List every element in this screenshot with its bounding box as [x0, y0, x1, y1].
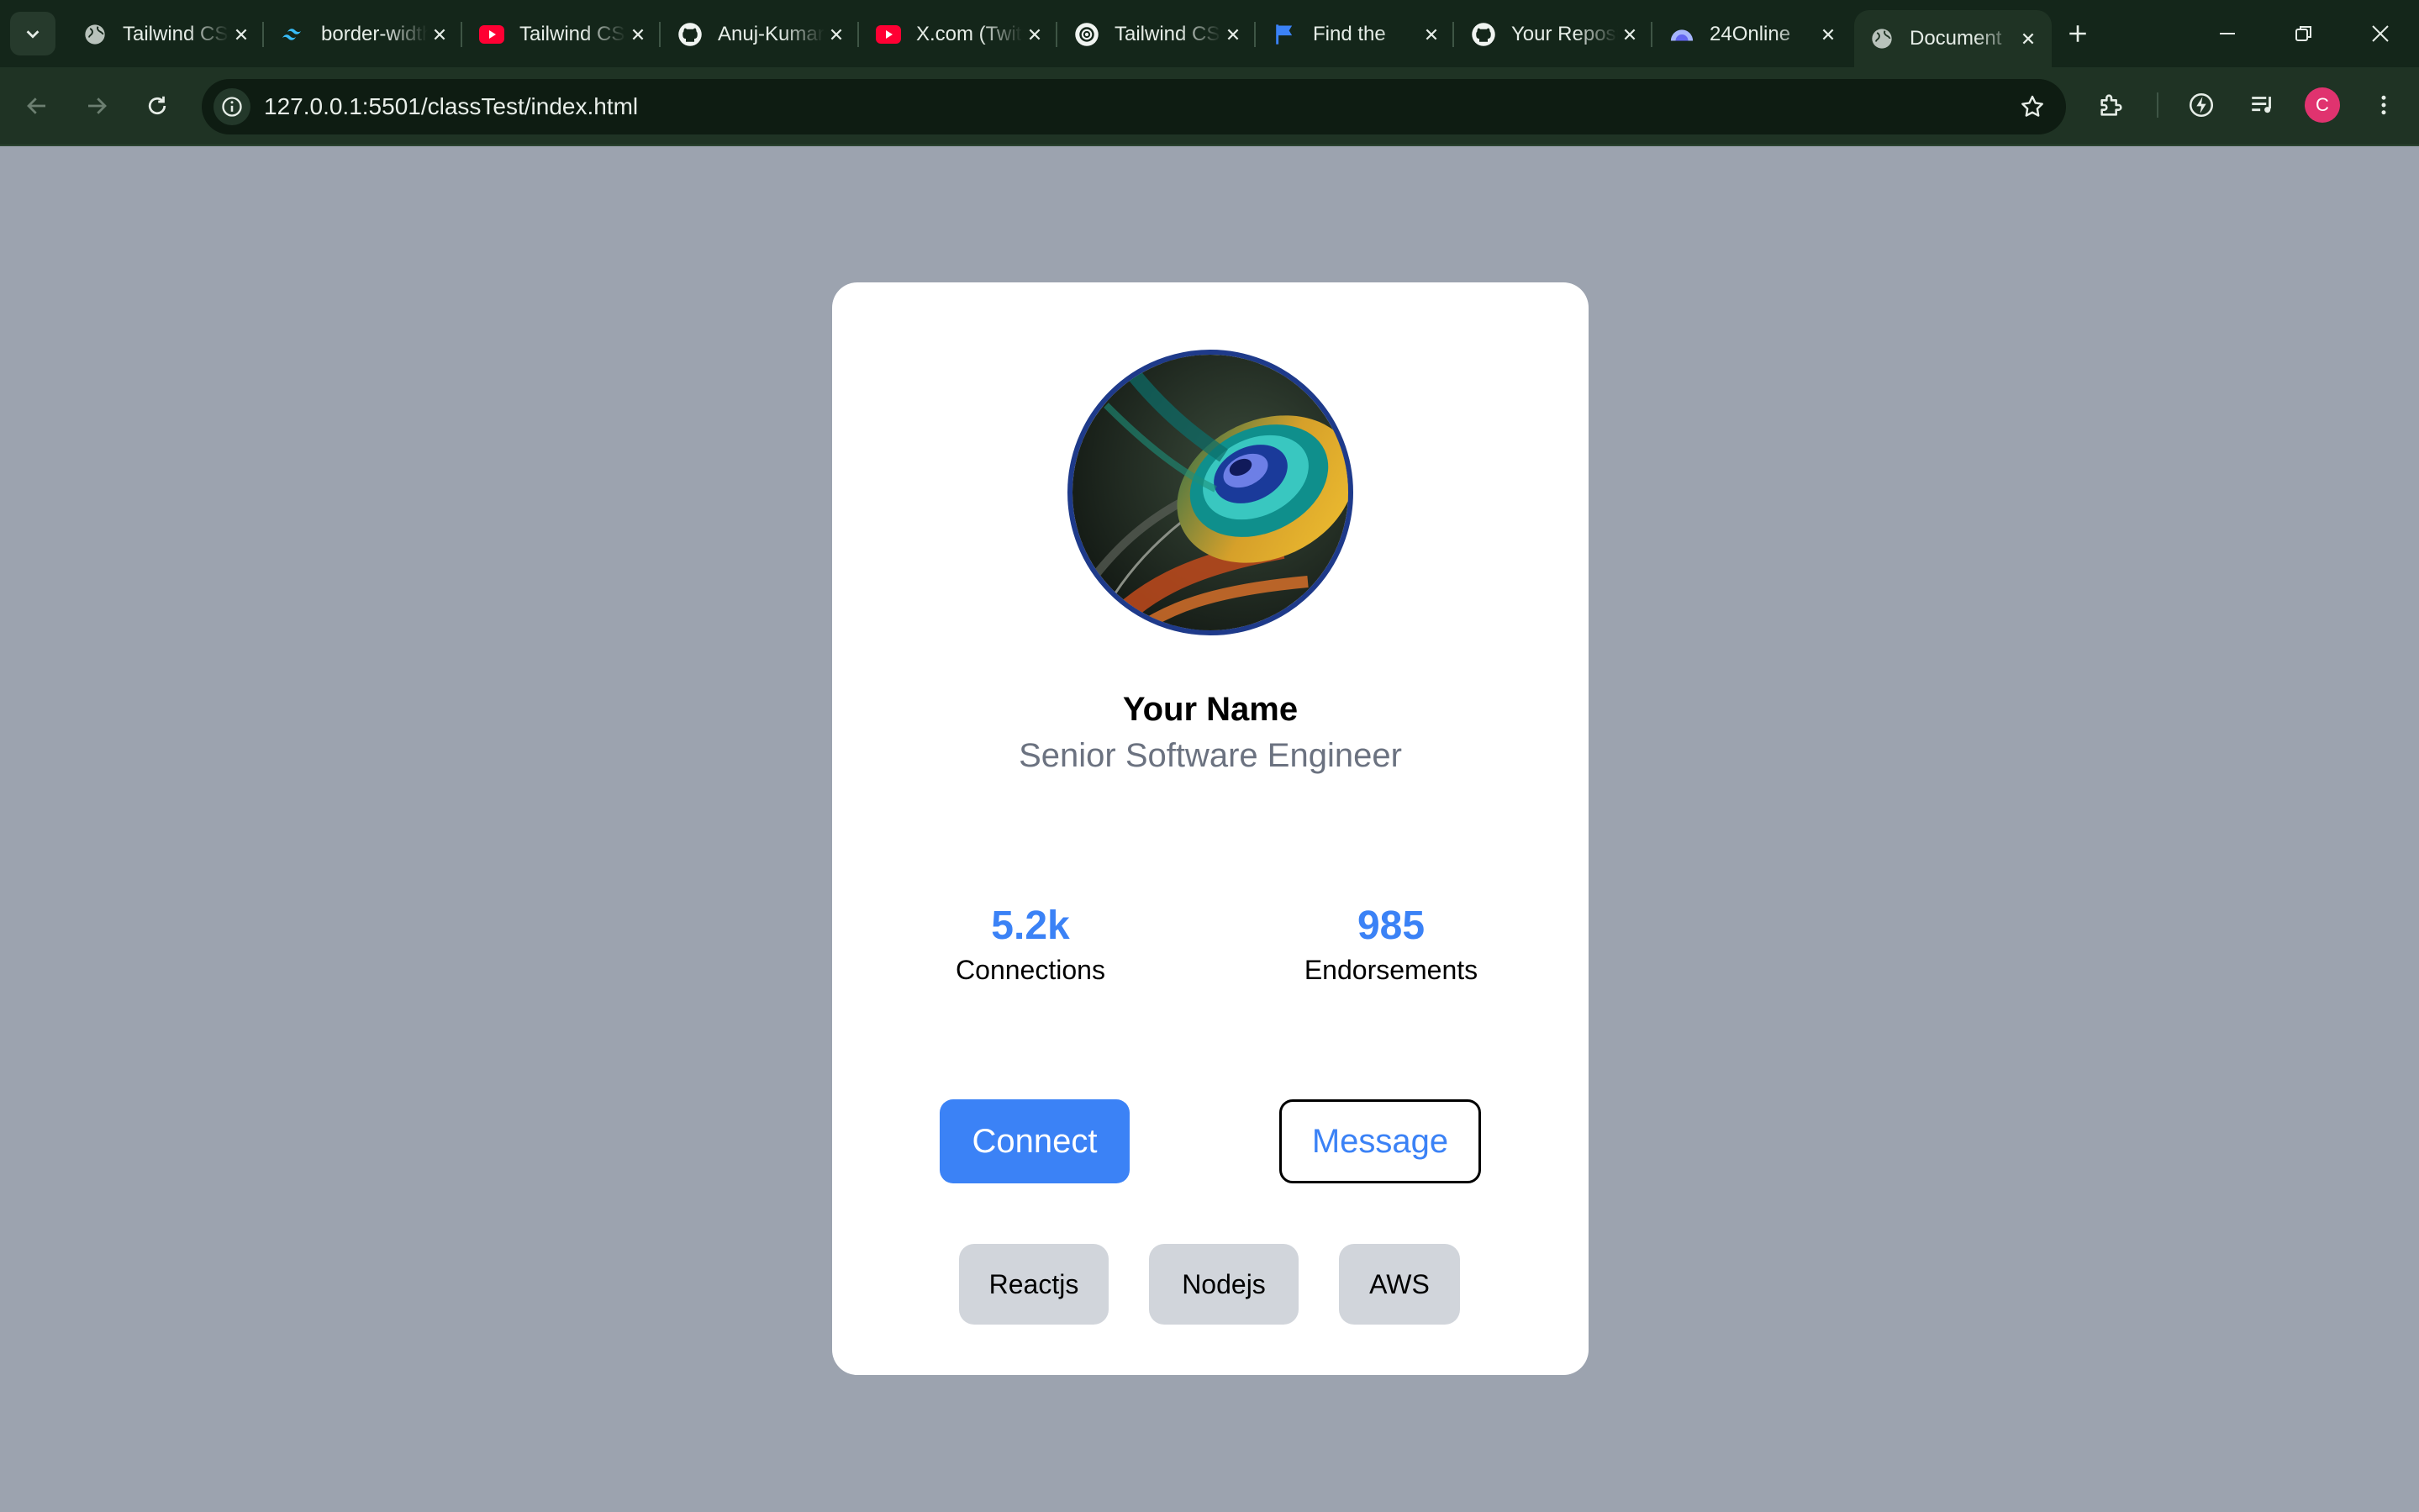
playlist-icon — [2252, 97, 2271, 113]
tab-title: X.com (Twitter) — [916, 23, 1023, 45]
puzzle-icon — [2100, 94, 2122, 116]
restore-button[interactable] — [2279, 10, 2329, 57]
profile-title: Senior Software Engineer — [1019, 737, 1402, 774]
browser-tab[interactable]: border-width — [266, 10, 463, 59]
avatar — [1067, 350, 1353, 635]
tab-divider — [857, 22, 859, 47]
media-control-button[interactable] — [2242, 85, 2283, 125]
close-icon[interactable] — [1816, 23, 1840, 46]
tab-title: Document — [1910, 27, 2002, 50]
profile-card: Your Name Senior Software Engineer 5.2k … — [832, 282, 1589, 1375]
chevron-down-icon — [26, 30, 40, 39]
close-icon[interactable] — [1618, 23, 1642, 46]
bookmark-button[interactable] — [2016, 90, 2049, 124]
close-icon[interactable] — [1023, 23, 1046, 46]
back-button[interactable] — [17, 86, 57, 126]
close-icon[interactable] — [2016, 27, 2040, 50]
tab-title: Find the — [1313, 23, 1386, 45]
more-vertical-icon — [2381, 95, 2386, 115]
message-button[interactable]: Message — [1279, 1099, 1481, 1183]
address-bar[interactable]: 127.0.0.1:5501/classTest/index.html — [202, 79, 2066, 134]
stat-value: 985 — [1357, 904, 1426, 948]
peacock-feather-image — [1072, 355, 1348, 630]
close-icon[interactable] — [1420, 23, 1443, 46]
flag-icon — [1273, 22, 1298, 47]
tailwind-icon — [281, 22, 306, 47]
arrow-left-icon — [27, 97, 45, 114]
reload-icon — [148, 96, 166, 115]
close-icon[interactable] — [626, 23, 650, 46]
tab-title: border-width — [321, 23, 428, 45]
cloud-icon — [1669, 22, 1694, 47]
info-icon — [222, 97, 242, 117]
menu-button[interactable] — [2364, 85, 2404, 125]
browser-tab[interactable]: Tailwind CSS — [67, 10, 265, 59]
browser-toolbar: 127.0.0.1:5501/classTest/index.html — [0, 67, 2419, 146]
profile-name: Your Name — [1122, 691, 1299, 728]
youtube-icon — [876, 22, 901, 47]
toolbar-divider — [2157, 92, 2158, 118]
star-icon — [2021, 95, 2043, 117]
tab-divider — [1651, 22, 1652, 47]
tab-title: 24Online — [1710, 23, 1791, 45]
skill-tag: Reactjs — [959, 1244, 1109, 1325]
plus-icon — [2069, 25, 2086, 42]
lightning-icon — [2189, 92, 2214, 118]
tab-divider — [461, 22, 462, 47]
browser-tab[interactable]: 24Online — [1654, 10, 1852, 59]
tab-title: Your Repositories — [1511, 23, 1618, 45]
tab-divider — [1056, 22, 1057, 47]
skill-tag: AWS — [1339, 1244, 1460, 1325]
tab-strip: Tailwind CSS border-width Tailwind CSS A… — [0, 0, 2419, 67]
tab-search-button[interactable] — [10, 12, 55, 55]
tab-divider — [1452, 22, 1454, 47]
tab-title: Tailwind CSS — [519, 23, 626, 45]
browser-tab[interactable]: Find the — [1257, 10, 1455, 59]
stat-label: Endorsements — [1304, 955, 1478, 985]
close-icon[interactable] — [428, 23, 451, 46]
stat-endorsements: 985 Endorsements — [1290, 903, 1492, 986]
stat-value: 5.2k — [991, 904, 1070, 948]
tab-divider — [1254, 22, 1256, 47]
url-text[interactable]: 127.0.0.1:5501/classTest/index.html — [264, 93, 638, 120]
browser-tab[interactable]: Your Repositories — [1456, 10, 1653, 59]
close-window-button[interactable] — [2355, 10, 2406, 57]
stat-label: Connections — [956, 955, 1105, 985]
github-icon — [677, 22, 703, 47]
restore-icon — [2295, 26, 2311, 41]
new-tab-button[interactable] — [2061, 17, 2095, 50]
tab-title: Tailwind CSS — [1115, 23, 1221, 45]
tab-title: Anuj-Kumar — [718, 23, 825, 45]
globe-icon — [82, 22, 108, 47]
browser-tab[interactable]: X.com (Twitter) — [861, 10, 1058, 59]
browser-tab[interactable]: Tailwind CSS — [1059, 10, 1257, 59]
browser-tab-active[interactable]: Document — [1854, 10, 2052, 67]
tab-divider — [659, 22, 661, 47]
stat-connections: 5.2k Connections — [930, 903, 1131, 986]
minimize-button[interactable] — [2202, 10, 2253, 57]
globe-icon — [1869, 26, 1895, 51]
forward-button[interactable] — [76, 86, 117, 126]
site-info-button[interactable] — [213, 88, 250, 125]
extensions-button[interactable] — [2091, 85, 2132, 125]
close-icon[interactable] — [229, 23, 253, 46]
browser-tab[interactable]: Anuj-Kumar — [662, 10, 860, 59]
skill-tag: Nodejs — [1149, 1244, 1299, 1325]
close-icon[interactable] — [825, 23, 848, 46]
profile-avatar[interactable]: C — [2305, 87, 2340, 123]
minimize-icon — [2220, 33, 2235, 34]
connect-button[interactable]: Connect — [940, 1099, 1130, 1183]
github-icon — [1471, 22, 1496, 47]
tab-title: Tailwind CSS — [123, 23, 229, 45]
close-icon — [2372, 25, 2389, 42]
openai-icon — [1074, 22, 1099, 47]
close-icon[interactable] — [1221, 23, 1245, 46]
tab-divider — [262, 22, 264, 47]
page-viewport: Your Name Senior Software Engineer 5.2k … — [0, 148, 2419, 1512]
reload-button[interactable] — [137, 86, 177, 126]
youtube-icon — [479, 22, 504, 47]
arrow-right-icon — [88, 97, 107, 114]
browser-tab[interactable]: Tailwind CSS — [464, 10, 661, 59]
extension-button[interactable] — [2181, 85, 2221, 125]
